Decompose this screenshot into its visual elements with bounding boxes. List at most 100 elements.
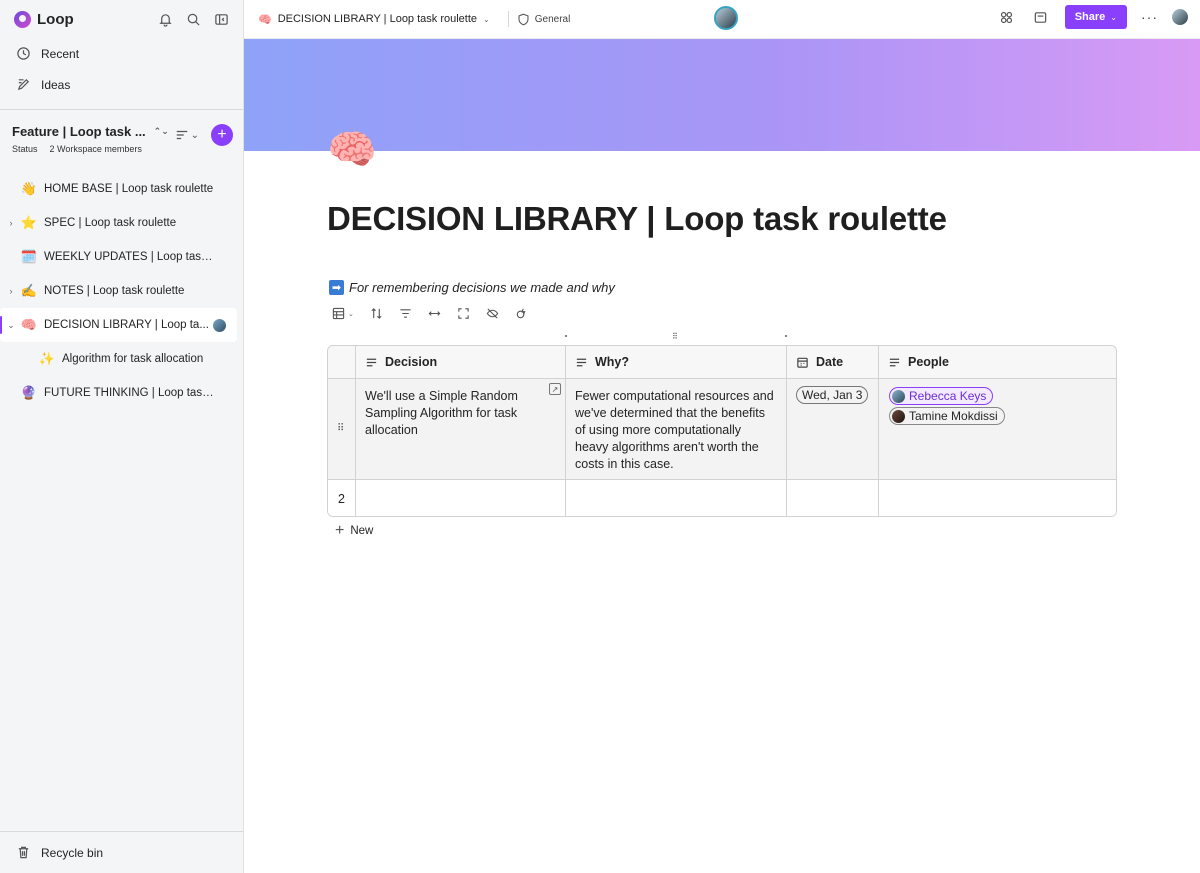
share-button[interactable]: Share ⌄ bbox=[1064, 5, 1127, 29]
chevron-right-icon[interactable]: › bbox=[4, 218, 18, 228]
user-avatar[interactable] bbox=[1172, 9, 1188, 25]
cell-why[interactable]: Fewer computational resources and we've … bbox=[566, 379, 787, 479]
text-icon bbox=[889, 358, 900, 366]
tree-item-notes[interactable]: › ✍️ NOTES | Loop task roulette bbox=[0, 274, 243, 308]
nav-recent[interactable]: Recent bbox=[0, 38, 243, 69]
nav-ideas[interactable]: Ideas bbox=[0, 69, 243, 100]
sidebar-header: Loop bbox=[0, 0, 243, 38]
divider bbox=[507, 11, 509, 27]
row-number[interactable]: 2 bbox=[328, 480, 356, 516]
tree-item-algorithm[interactable]: ✨ Algorithm for task allocation bbox=[0, 342, 243, 376]
tree-item-decision-library[interactable]: ⌄ 🧠 DECISION LIBRARY | Loop ta... bbox=[0, 308, 237, 342]
cell-date[interactable] bbox=[787, 480, 879, 516]
decision-table: Decision Why? Date People ⠿ We'll use a … bbox=[327, 345, 1117, 517]
tree-item-label: HOME BASE | Loop task roulette bbox=[44, 183, 214, 195]
tree-item-label: SPEC | Loop task roulette bbox=[44, 217, 177, 229]
cell-decision[interactable]: We'll use a Simple Random Sampling Algor… bbox=[356, 379, 566, 479]
column-header-decision[interactable]: Decision bbox=[356, 346, 566, 378]
tree-item-future-thinking[interactable]: 🔮 FUTURE THINKING | Loop task ro... bbox=[0, 376, 243, 410]
tree-item-label: Algorithm for task allocation bbox=[62, 353, 204, 365]
page-description[interactable]: ➡ For remembering decisions we made and … bbox=[329, 280, 615, 295]
sparkles-emoji-icon: ✨ bbox=[38, 351, 56, 366]
cell-why[interactable] bbox=[566, 480, 787, 516]
more-options-icon[interactable]: ··· bbox=[1141, 9, 1158, 25]
cell-people[interactable]: Rebecca Keys Tamine Mokdissi bbox=[879, 379, 1116, 479]
arrows-horizontal-icon bbox=[428, 311, 441, 316]
cell-date[interactable]: Wed, Jan 3 bbox=[787, 379, 879, 479]
table-row: 2 bbox=[328, 480, 1116, 516]
chevron-down-icon[interactable]: ⌄ bbox=[4, 320, 18, 331]
chevron-down-icon: ⌄ bbox=[348, 310, 354, 318]
tree-item-label: FUTURE THINKING | Loop task ro... bbox=[44, 387, 214, 399]
person-name: Tamine Mokdissi bbox=[909, 409, 998, 423]
drag-handle-icon[interactable]: ⠿ bbox=[337, 423, 344, 434]
open-row-icon[interactable]: ↗ bbox=[549, 383, 561, 395]
sort-pages-button[interactable]: ⌄ bbox=[175, 128, 199, 142]
table-icon bbox=[332, 307, 345, 320]
column-drag-handle-icon[interactable]: ⠿ bbox=[672, 332, 679, 341]
sort-button[interactable] bbox=[370, 307, 383, 320]
sort-icon bbox=[371, 308, 382, 319]
column-header-people[interactable]: People bbox=[879, 346, 1116, 378]
eye-off-icon bbox=[486, 308, 499, 319]
chevron-right-icon[interactable]: › bbox=[4, 286, 18, 296]
column-header-why[interactable]: Why? bbox=[566, 346, 787, 378]
calendar-emoji-icon: 🗓️ bbox=[20, 249, 38, 264]
components-icon[interactable] bbox=[997, 7, 1017, 27]
list-sort-icon bbox=[176, 130, 187, 140]
automation-button[interactable] bbox=[515, 307, 528, 320]
page-emoji-icon[interactable]: 🧠 bbox=[327, 130, 377, 170]
search-icon[interactable] bbox=[183, 9, 203, 29]
loop-logo[interactable]: Loop bbox=[14, 10, 74, 28]
chevron-down-icon: ⌄ bbox=[190, 129, 199, 141]
calendar-icon bbox=[797, 357, 808, 368]
column-resize-dot[interactable] bbox=[565, 335, 567, 337]
table-toolbar: ⌄ bbox=[332, 307, 528, 320]
page-title[interactable]: DECISION LIBRARY | Loop task roulette bbox=[327, 200, 947, 238]
person-chip[interactable]: Tamine Mokdissi bbox=[889, 407, 1005, 425]
date-pill[interactable]: Wed, Jan 3 bbox=[796, 386, 869, 404]
column-resize-dot[interactable] bbox=[785, 335, 787, 337]
column-header-date[interactable]: Date bbox=[787, 346, 879, 378]
column-label: Why? bbox=[595, 355, 630, 369]
column-label: People bbox=[908, 355, 949, 369]
row-selector-header[interactable] bbox=[328, 346, 356, 378]
breadcrumb[interactable]: 🧠 DECISION LIBRARY | Loop task roulette … bbox=[258, 13, 490, 26]
new-row-button[interactable]: + New bbox=[335, 523, 373, 539]
text-icon bbox=[576, 358, 587, 366]
chevron-down-icon: ⌄ bbox=[1110, 12, 1117, 22]
tree-item-home-base[interactable]: 👋 HOME BASE | Loop task roulette bbox=[0, 172, 243, 206]
workspace-status[interactable]: Status bbox=[12, 144, 38, 154]
presence-avatar[interactable] bbox=[714, 6, 738, 30]
column-width-button[interactable] bbox=[428, 307, 441, 320]
cell-people[interactable] bbox=[879, 480, 1116, 516]
recycle-bin[interactable]: Recycle bin bbox=[0, 831, 243, 873]
filter-icon bbox=[400, 309, 411, 318]
bell-icon[interactable] bbox=[155, 9, 175, 29]
app-name: Loop bbox=[37, 10, 74, 28]
filter-button[interactable] bbox=[399, 307, 412, 320]
person-chip[interactable]: Rebecca Keys bbox=[889, 387, 994, 405]
add-page-button[interactable]: + bbox=[211, 124, 233, 146]
cover-banner[interactable] bbox=[244, 39, 1200, 151]
brain-emoji-icon: 🧠 bbox=[20, 317, 38, 332]
copy-component-icon[interactable] bbox=[1031, 7, 1051, 27]
tree-item-weekly-updates[interactable]: 🗓️ WEEKLY UPDATES | Loop task rou... bbox=[0, 240, 243, 274]
recycle-bin-label: Recycle bin bbox=[41, 845, 104, 860]
collapse-sidebar-icon[interactable] bbox=[211, 9, 231, 29]
sensitivity-label[interactable]: General bbox=[517, 13, 570, 26]
loop-logo-icon bbox=[14, 10, 31, 28]
tree-item-spec[interactable]: › ⭐ SPEC | Loop task roulette bbox=[0, 206, 243, 240]
hide-fields-button[interactable] bbox=[486, 307, 499, 320]
tree-item-label: DECISION LIBRARY | Loop ta... bbox=[44, 319, 209, 331]
clock-icon bbox=[17, 47, 30, 60]
table-view-button[interactable]: ⌄ bbox=[332, 307, 354, 320]
fit-button[interactable] bbox=[457, 307, 470, 320]
cell-decision[interactable] bbox=[356, 480, 566, 516]
column-label: Decision bbox=[385, 355, 438, 369]
top-bar: 🧠 DECISION LIBRARY | Loop task roulette … bbox=[244, 0, 1200, 39]
workspace-members[interactable]: 2 Workspace members bbox=[50, 144, 142, 154]
row-selector[interactable]: ⠿ bbox=[328, 379, 356, 479]
tree-item-label: NOTES | Loop task roulette bbox=[44, 285, 185, 297]
wave-emoji-icon: 👋 bbox=[20, 181, 38, 196]
